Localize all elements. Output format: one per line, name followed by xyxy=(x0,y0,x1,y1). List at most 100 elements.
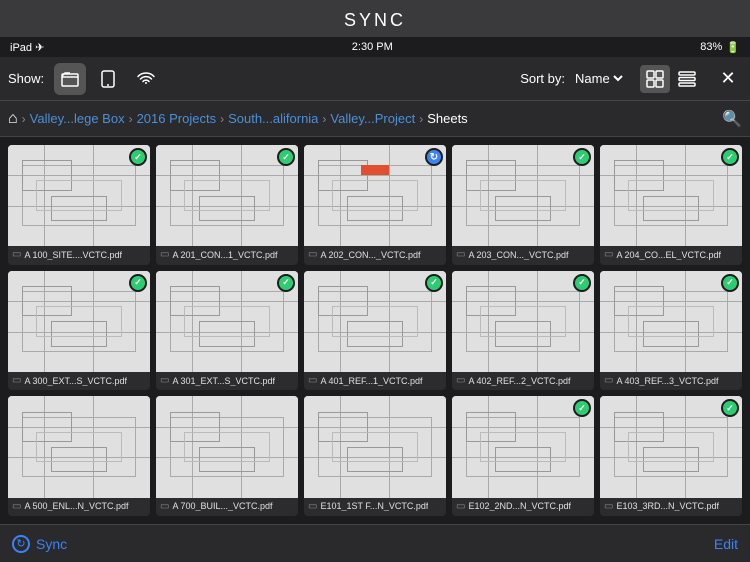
sort-select[interactable]: Name Date Size xyxy=(571,70,626,87)
file-type-icon: ▭ xyxy=(604,501,613,512)
file-type-icon: ▭ xyxy=(456,249,465,260)
show-wifi-button[interactable] xyxy=(130,63,162,95)
file-type-icon: ▭ xyxy=(12,375,21,386)
sync-badge xyxy=(277,274,295,292)
file-thumbnail xyxy=(600,145,742,246)
file-thumbnail xyxy=(156,271,298,372)
file-cell[interactable]: ▭A 204_CO...EL_VCTC.pdf xyxy=(600,145,742,265)
breadcrumb-item-1[interactable]: 2016 Projects xyxy=(137,111,217,126)
file-thumbnail xyxy=(156,145,298,246)
file-label: ▭A 203_CON..._VCTC.pdf xyxy=(452,246,594,263)
sync-badge xyxy=(721,274,739,292)
breadcrumb-sep-4: › xyxy=(419,112,423,126)
file-name: A 700_BUIL..._VCTC.pdf xyxy=(172,501,272,511)
sync-icon: ↻ xyxy=(12,535,30,553)
breadcrumb-sep-0: › xyxy=(22,112,26,126)
file-name: A 401_REF...1_VCTC.pdf xyxy=(320,376,422,386)
file-label: ▭A 201_CON...1_VCTC.pdf xyxy=(156,246,298,263)
file-name: A 301_EXT...S_VCTC.pdf xyxy=(172,376,275,386)
file-cell[interactable]: ▭A 100_SITE....VCTC.pdf xyxy=(8,145,150,265)
ipad-frame: iPad ✈ 2:30 PM 83% 🔋 Show: xyxy=(0,37,750,562)
file-name: E102_2ND...N_VCTC.pdf xyxy=(468,501,571,511)
file-cell[interactable]: ▭A 402_REF...2_VCTC.pdf xyxy=(452,271,594,391)
breadcrumb: ⌂ › Valley...lege Box › 2016 Projects › … xyxy=(0,101,750,137)
sync-badge xyxy=(425,274,443,292)
file-type-icon: ▭ xyxy=(308,501,317,512)
file-type-icon: ▭ xyxy=(456,501,465,512)
ipad-label: iPad ✈ xyxy=(10,41,44,54)
view-icons xyxy=(640,65,702,93)
sort-section: Sort by: Name Date Size xyxy=(520,70,626,87)
file-thumbnail xyxy=(8,271,150,372)
list-view-button[interactable] xyxy=(672,65,702,93)
file-thumbnail xyxy=(8,396,150,497)
sync-badge xyxy=(573,274,591,292)
search-button[interactable]: 🔍 xyxy=(722,109,742,129)
file-type-icon: ▭ xyxy=(12,249,21,260)
edit-button[interactable]: Edit xyxy=(714,536,738,552)
file-thumbnail xyxy=(304,396,446,497)
file-thumbnail xyxy=(156,396,298,497)
file-name: A 201_CON...1_VCTC.pdf xyxy=(172,250,277,260)
file-cell[interactable]: ▭E103_3RD...N_VCTC.pdf xyxy=(600,396,742,516)
sync-badge xyxy=(573,148,591,166)
file-name: A 203_CON..._VCTC.pdf xyxy=(468,250,568,260)
file-cell[interactable]: ▭A 401_REF...1_VCTC.pdf xyxy=(304,271,446,391)
file-label: ▭A 202_CON..._VCTC.pdf xyxy=(304,246,446,263)
status-time: 2:30 PM xyxy=(352,41,393,53)
file-cell[interactable]: ▭A 202_CON..._VCTC.pdf xyxy=(304,145,446,265)
file-thumbnail xyxy=(304,145,446,246)
file-label: ▭A 300_EXT...S_VCTC.pdf xyxy=(8,372,150,389)
file-name: A 500_ENL...N_VCTC.pdf xyxy=(24,501,128,511)
breadcrumb-item-0[interactable]: Valley...lege Box xyxy=(30,111,125,126)
file-cell[interactable]: ▭A 500_ENL...N_VCTC.pdf xyxy=(8,396,150,516)
status-right: 83% 🔋 xyxy=(700,41,740,54)
battery-icon: 🔋 xyxy=(726,41,740,54)
breadcrumb-sep-2: › xyxy=(220,112,224,126)
breadcrumb-item-4: Sheets xyxy=(427,111,467,126)
sync-badge xyxy=(277,148,295,166)
show-folder-button[interactable] xyxy=(54,63,86,95)
status-bar: iPad ✈ 2:30 PM 83% 🔋 xyxy=(0,37,750,57)
file-cell[interactable]: ▭A 403_REF...3_VCTC.pdf xyxy=(600,271,742,391)
breadcrumb-sep-3: › xyxy=(322,112,326,126)
file-cell[interactable]: ▭A 301_EXT...S_VCTC.pdf xyxy=(156,271,298,391)
file-cell[interactable]: ▭E101_1ST F...N_VCTC.pdf xyxy=(304,396,446,516)
breadcrumb-item-2[interactable]: South...alifornia xyxy=(228,111,318,126)
home-breadcrumb[interactable]: ⌂ xyxy=(8,110,18,128)
file-thumbnail xyxy=(452,145,594,246)
file-thumbnail xyxy=(8,145,150,246)
file-name: A 300_EXT...S_VCTC.pdf xyxy=(24,376,127,386)
file-cell[interactable]: ▭E102_2ND...N_VCTC.pdf xyxy=(452,396,594,516)
sync-badge xyxy=(129,148,147,166)
file-label: ▭E103_3RD...N_VCTC.pdf xyxy=(600,498,742,515)
file-cell[interactable]: ▭A 203_CON..._VCTC.pdf xyxy=(452,145,594,265)
file-name: A 403_REF...3_VCTC.pdf xyxy=(616,376,718,386)
file-label: ▭A 500_ENL...N_VCTC.pdf xyxy=(8,498,150,515)
file-name: A 402_REF...2_VCTC.pdf xyxy=(468,376,570,386)
file-cell[interactable]: ▭A 300_EXT...S_VCTC.pdf xyxy=(8,271,150,391)
sync-label: Sync xyxy=(36,536,67,552)
sync-badge xyxy=(425,148,443,166)
sync-button[interactable]: ↻ Sync xyxy=(12,535,67,553)
file-cell[interactable]: ▭A 201_CON...1_VCTC.pdf xyxy=(156,145,298,265)
file-type-icon: ▭ xyxy=(604,249,613,260)
page-title: SYNC xyxy=(344,0,406,37)
file-name: E103_3RD...N_VCTC.pdf xyxy=(616,501,719,511)
bottom-bar: ↻ Sync Edit xyxy=(0,524,750,562)
file-thumbnail xyxy=(600,396,742,497)
file-thumbnail xyxy=(452,271,594,372)
sync-badge xyxy=(721,148,739,166)
show-tablet-button[interactable] xyxy=(92,63,124,95)
file-type-icon: ▭ xyxy=(604,375,613,386)
file-thumbnail xyxy=(452,396,594,497)
grid-view-button[interactable] xyxy=(640,65,670,93)
file-name: A 202_CON..._VCTC.pdf xyxy=(320,250,420,260)
file-cell[interactable]: ▭A 700_BUIL..._VCTC.pdf xyxy=(156,396,298,516)
file-type-icon: ▭ xyxy=(308,375,317,386)
close-button[interactable]: ✕ xyxy=(714,65,742,93)
file-label: ▭A 401_REF...1_VCTC.pdf xyxy=(304,372,446,389)
sync-badge xyxy=(129,274,147,292)
breadcrumb-item-3[interactable]: Valley...Project xyxy=(330,111,415,126)
file-label: ▭A 301_EXT...S_VCTC.pdf xyxy=(156,372,298,389)
